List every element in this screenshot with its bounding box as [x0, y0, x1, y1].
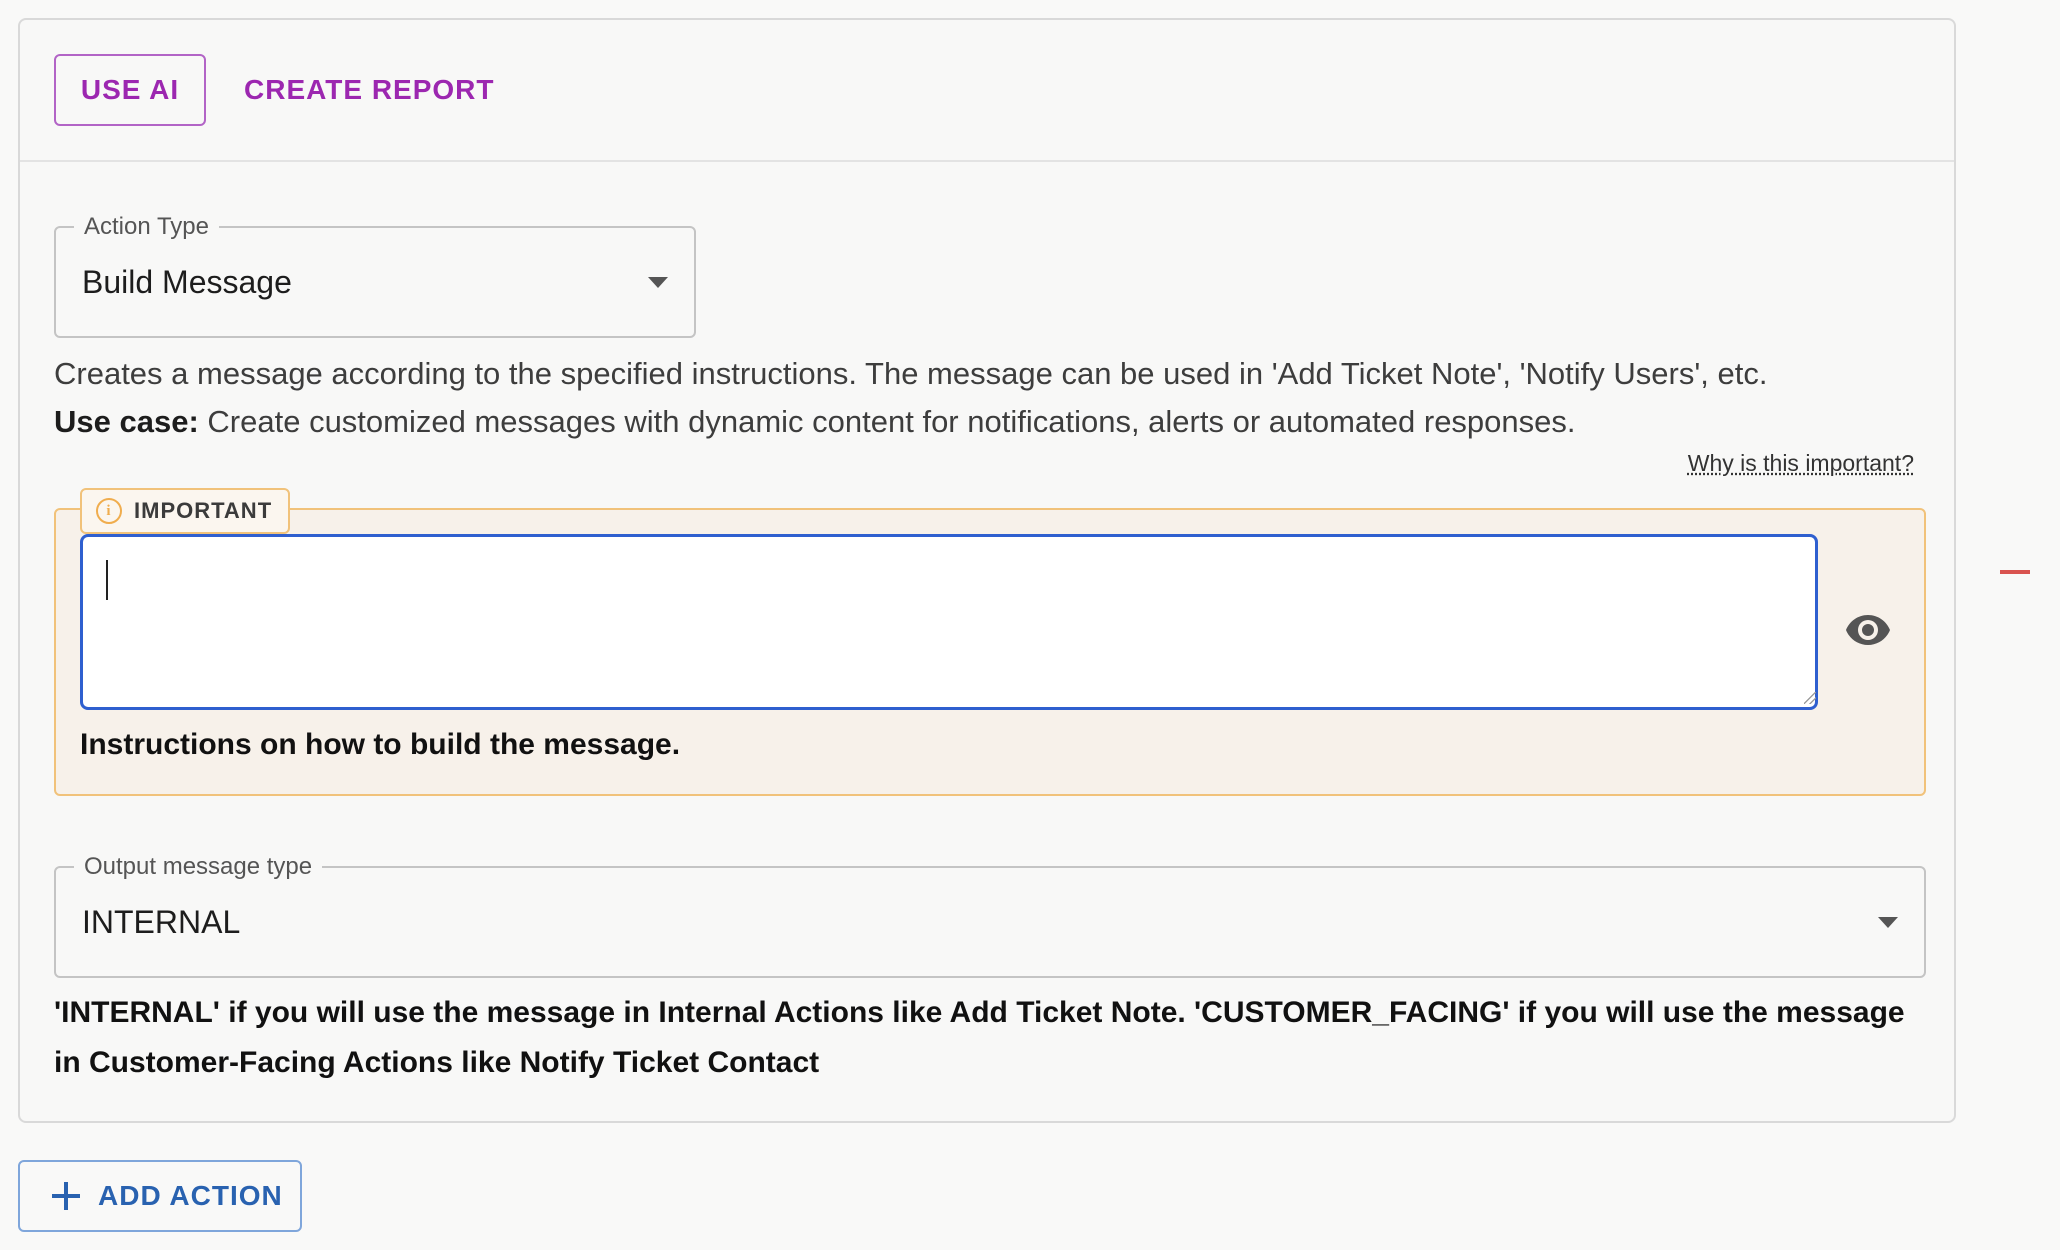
add-action-button[interactable]: ADD ACTION: [18, 1160, 302, 1232]
important-tag: i IMPORTANT: [80, 488, 291, 534]
instructions-textarea[interactable]: [80, 534, 1818, 710]
chevron-down-icon: [648, 277, 668, 288]
important-section: i IMPORTANT Instructions on how to build…: [54, 488, 1926, 796]
use-case-line: Use case: Create customized messages wit…: [54, 398, 1934, 446]
important-label: IMPORTANT: [134, 498, 273, 523]
resize-handle[interactable]: [1804, 692, 1816, 704]
action-type-select[interactable]: Action Type Build Message: [54, 211, 696, 338]
red-marker: [2000, 570, 2030, 574]
chevron-down-icon: [1878, 917, 1898, 928]
use-case-label: Use case:: [54, 404, 199, 439]
use-case-text: Create customized messages with dynamic …: [207, 404, 1576, 439]
action-type-value: Build Message: [82, 263, 292, 300]
use-ai-button[interactable]: USE AI: [54, 54, 206, 126]
text-cursor: [106, 560, 108, 600]
info-icon: i: [96, 498, 122, 524]
output-type-select[interactable]: Output message type INTERNAL: [54, 851, 1926, 978]
action-description: Creates a message according to the speci…: [54, 350, 1934, 446]
output-type-value: INTERNAL: [82, 903, 241, 940]
output-type-helper: 'INTERNAL' if you will use the message i…: [54, 996, 1905, 1079]
plus-icon: [50, 1180, 82, 1212]
instructions-helper: Instructions on how to build the message…: [80, 728, 681, 761]
card-header: USE AI CREATE REPORT: [20, 20, 1954, 162]
add-action-label: ADD ACTION: [98, 1180, 283, 1211]
create-report-button[interactable]: CREATE REPORT: [230, 54, 509, 126]
description-text: Creates a message according to the speci…: [54, 356, 1768, 391]
why-important-link[interactable]: Why is this important?: [1688, 450, 1914, 477]
eye-icon[interactable]: [1844, 606, 1892, 654]
action-card: USE AI CREATE REPORT Action Type Build M…: [18, 18, 1956, 1123]
